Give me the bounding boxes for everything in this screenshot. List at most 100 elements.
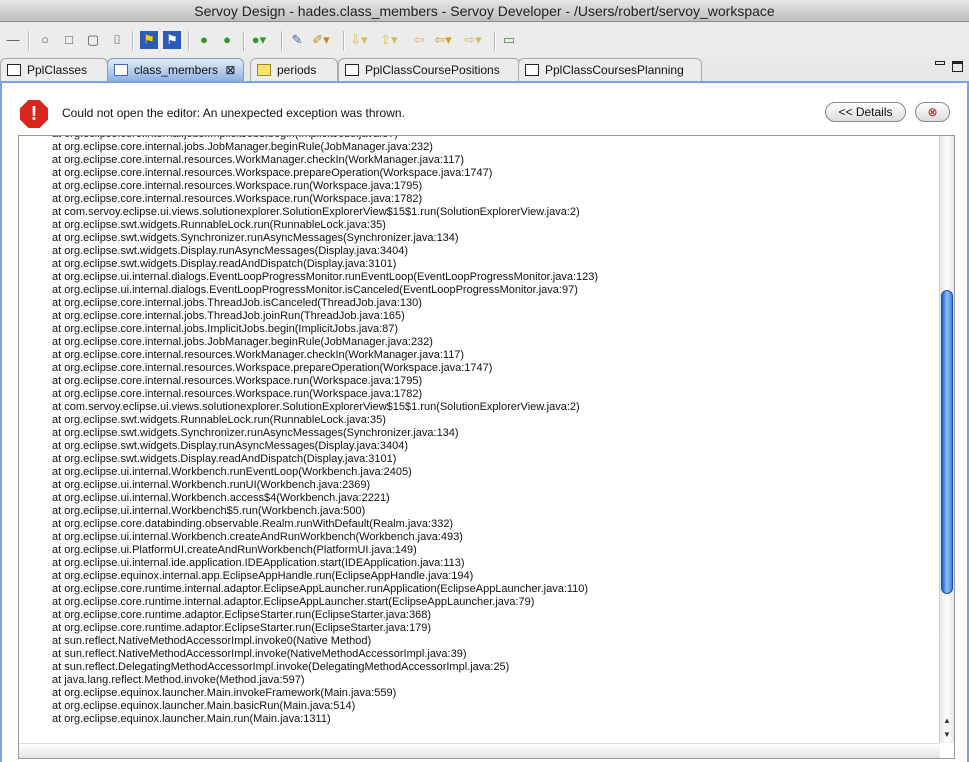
stack-trace-line: at org.eclipse.core.runtime.internal.ada… (52, 583, 589, 595)
rounded-rect-tool-icon[interactable]: ▢ (84, 31, 102, 49)
text-tool-icon[interactable]: ⌷ (108, 31, 126, 49)
stack-trace-line: at org.eclipse.core.internal.resources.W… (52, 362, 493, 374)
stack-trace-line: at org.eclipse.swt.widgets.Display.runAs… (52, 440, 409, 452)
form-icon (114, 64, 128, 76)
last-edit-location-icon[interactable]: ⇦ (410, 31, 428, 49)
table-icon (257, 64, 271, 76)
stack-trace-line: at java.lang.reflect.Method.invoke(Metho… (52, 674, 305, 686)
stack-trace-line: at org.eclipse.core.internal.resources.W… (52, 180, 423, 192)
stack-trace-line: at org.eclipse.swt.widgets.RunnableLock.… (52, 219, 386, 231)
stack-trace-line: at sun.reflect.DelegatingMethodAccessorI… (52, 661, 510, 673)
stack-trace-line: at org.eclipse.core.internal.jobs.Thread… (52, 297, 422, 309)
close-tab-icon[interactable]: ⊠ (225, 63, 235, 77)
stack-trace-line: at org.eclipse.ui.internal.Workbench.cre… (52, 531, 463, 543)
stack-trace-line: at org.eclipse.core.internal.resources.W… (52, 154, 465, 166)
stack-trace-line: at org.eclipse.swt.widgets.RunnableLock.… (52, 414, 386, 426)
stack-trace-line: at org.eclipse.ui.internal.ide.applicati… (52, 557, 465, 569)
back-icon[interactable]: ⇦▾ (434, 31, 452, 49)
toolbar-separator (243, 31, 245, 51)
horizontal-scrollbar[interactable] (19, 743, 940, 758)
stack-trace-line: at com.servoy.eclipse.ui.views.solutione… (52, 206, 580, 218)
stack-trace-line: at sun.reflect.NativeMethodAccessorImpl.… (52, 648, 467, 660)
stack-trace-line: at org.eclipse.swt.widgets.Synchronizer.… (52, 427, 459, 439)
stack-trace-line: at org.eclipse.core.runtime.adaptor.Ecli… (52, 622, 432, 634)
report-error-button[interactable]: ⊗ (915, 102, 950, 122)
rect-tool-icon[interactable]: □ (60, 31, 78, 49)
line-tool-icon[interactable]: — (4, 31, 22, 49)
stack-trace-line: at org.eclipse.core.internal.jobs.JobMan… (52, 336, 433, 348)
stack-trace-line: at org.eclipse.core.internal.resources.W… (52, 167, 493, 179)
stack-trace-text[interactable]: at org.eclipse.core.internal.jobs.Implic… (18, 135, 955, 759)
stack-trace-line: at org.eclipse.ui.internal.Workbench.acc… (52, 492, 390, 504)
stack-trace-line: at org.eclipse.core.internal.resources.W… (52, 193, 423, 205)
script-edit-icon[interactable]: ✎ (288, 31, 306, 49)
toolbar-separator (28, 31, 30, 51)
toolbar-separator (188, 31, 190, 51)
run-client-menu-icon[interactable]: ●▾ (250, 31, 268, 49)
minimize-icon[interactable] (935, 61, 945, 65)
toolbar-separator (281, 31, 283, 51)
toolbar-separator (132, 31, 134, 51)
stack-trace-line: at org.eclipse.ui.internal.dialogs.Event… (52, 284, 578, 296)
stack-trace-line: at sun.reflect.NativeMethodAccessorImpl.… (52, 635, 372, 647)
main-toolbar: — ○ □ ▢ ⌷ ⚑ ⚑ ● ● ●▾ ✎ ✐▾ ⇩▾ ⇧▾ ⇦ ⇦▾ ⇨▾ … (0, 23, 969, 57)
open-perspective-icon[interactable]: ▭ (500, 31, 518, 49)
toolbar-separator (494, 31, 496, 51)
tab-class-members[interactable]: class_members ⊠ (107, 58, 244, 81)
debug-solution-icon[interactable]: ⚑ (140, 31, 158, 49)
window-title: Servoy Design - hades.class_members - Se… (194, 3, 775, 19)
stack-trace-line: at org.eclipse.core.internal.jobs.JobMan… (52, 141, 433, 153)
stack-trace-line: at org.eclipse.swt.widgets.Display.runAs… (52, 245, 409, 257)
scroll-up-arrow[interactable]: ▲ (940, 714, 954, 727)
stack-trace-line: at org.eclipse.ui.internal.Workbench.run… (52, 466, 412, 478)
scroll-down-arrow[interactable]: ▼ (940, 728, 954, 741)
stack-trace-line: at org.eclipse.equinox.internal.app.Ecli… (52, 570, 474, 582)
highlight-tool-icon[interactable]: ✐▾ (312, 31, 330, 49)
oval-tool-icon[interactable]: ○ (36, 31, 54, 49)
toolbar-separator (343, 31, 345, 51)
previous-annotation-icon[interactable]: ⇧▾ (380, 31, 398, 49)
stack-trace-line: at org.eclipse.swt.widgets.Display.readA… (52, 258, 397, 270)
stack-trace-line: at org.eclipse.core.internal.jobs.Thread… (52, 310, 405, 322)
editor-area: ! Could not open the editor: An unexpect… (0, 81, 969, 762)
stack-trace-line: at org.eclipse.swt.widgets.Display.readA… (52, 453, 397, 465)
stack-trace-line: at org.eclipse.equinox.launcher.Main.bas… (52, 700, 356, 712)
error-icon: ! (20, 100, 48, 128)
stack-trace-line: at org.eclipse.core.internal.jobs.Implic… (52, 323, 399, 335)
editor-tabs: PplClasses class_members ⊠ periods PplCl… (0, 58, 969, 81)
maximize-icon[interactable] (952, 61, 963, 72)
stack-trace-line: at org.eclipse.core.runtime.internal.ada… (52, 596, 535, 608)
scrollbar-thumb[interactable] (941, 290, 953, 595)
next-annotation-icon[interactable]: ⇩▾ (350, 31, 368, 49)
forward-icon[interactable]: ⇨▾ (464, 31, 482, 49)
stack-trace-line: at org.eclipse.ui.internal.dialogs.Event… (52, 271, 599, 283)
stack-trace-lines: at org.eclipse.core.internal.jobs.Implic… (52, 136, 599, 726)
form-icon (345, 64, 359, 76)
stack-trace-line: at org.eclipse.core.internal.resources.W… (52, 375, 423, 387)
stack-trace-line: at org.eclipse.ui.internal.Workbench.run… (52, 479, 371, 491)
error-report-icon: ⊗ (927, 105, 938, 119)
stack-trace-line: at org.eclipse.ui.internal.Workbench$5.r… (52, 505, 366, 517)
stack-trace-line: at org.eclipse.ui.PlatformUI.createAndRu… (52, 544, 417, 556)
start-client-icon[interactable]: ● (195, 31, 213, 49)
stack-trace-line: at org.eclipse.core.runtime.adaptor.Ecli… (52, 609, 432, 621)
vertical-scrollbar[interactable]: ▲ ▼ (939, 136, 954, 743)
stack-trace-line: at org.eclipse.equinox.launcher.Main.inv… (52, 687, 397, 699)
tab-pplclasses[interactable]: PplClasses (0, 58, 108, 81)
run-solution-icon[interactable]: ⚑ (163, 31, 181, 49)
stack-trace-line: at org.eclipse.core.internal.resources.W… (52, 388, 423, 400)
tab-pplclasscoursepositions[interactable]: PplClassCoursePositions (338, 58, 520, 81)
start-web-client-icon[interactable]: ● (218, 31, 236, 49)
form-icon (7, 64, 21, 76)
stack-trace-line: at org.eclipse.core.databinding.observab… (52, 518, 454, 530)
details-button[interactable]: << Details (825, 102, 906, 122)
window-title-bar: Servoy Design - hades.class_members - Se… (0, 0, 969, 22)
tab-pplclasscoursesplanning[interactable]: PplClassCoursesPlanning (518, 58, 702, 81)
stack-trace-line: at org.eclipse.core.internal.resources.W… (52, 349, 465, 361)
error-message: Could not open the editor: An unexpected… (62, 106, 405, 120)
tab-periods[interactable]: periods (250, 58, 338, 81)
form-icon (525, 64, 539, 76)
stack-trace-line: at com.servoy.eclipse.ui.views.solutione… (52, 401, 580, 413)
stack-trace-line: at org.eclipse.equinox.launcher.Main.run… (52, 713, 331, 725)
stack-trace-line: at org.eclipse.swt.widgets.Synchronizer.… (52, 232, 459, 244)
